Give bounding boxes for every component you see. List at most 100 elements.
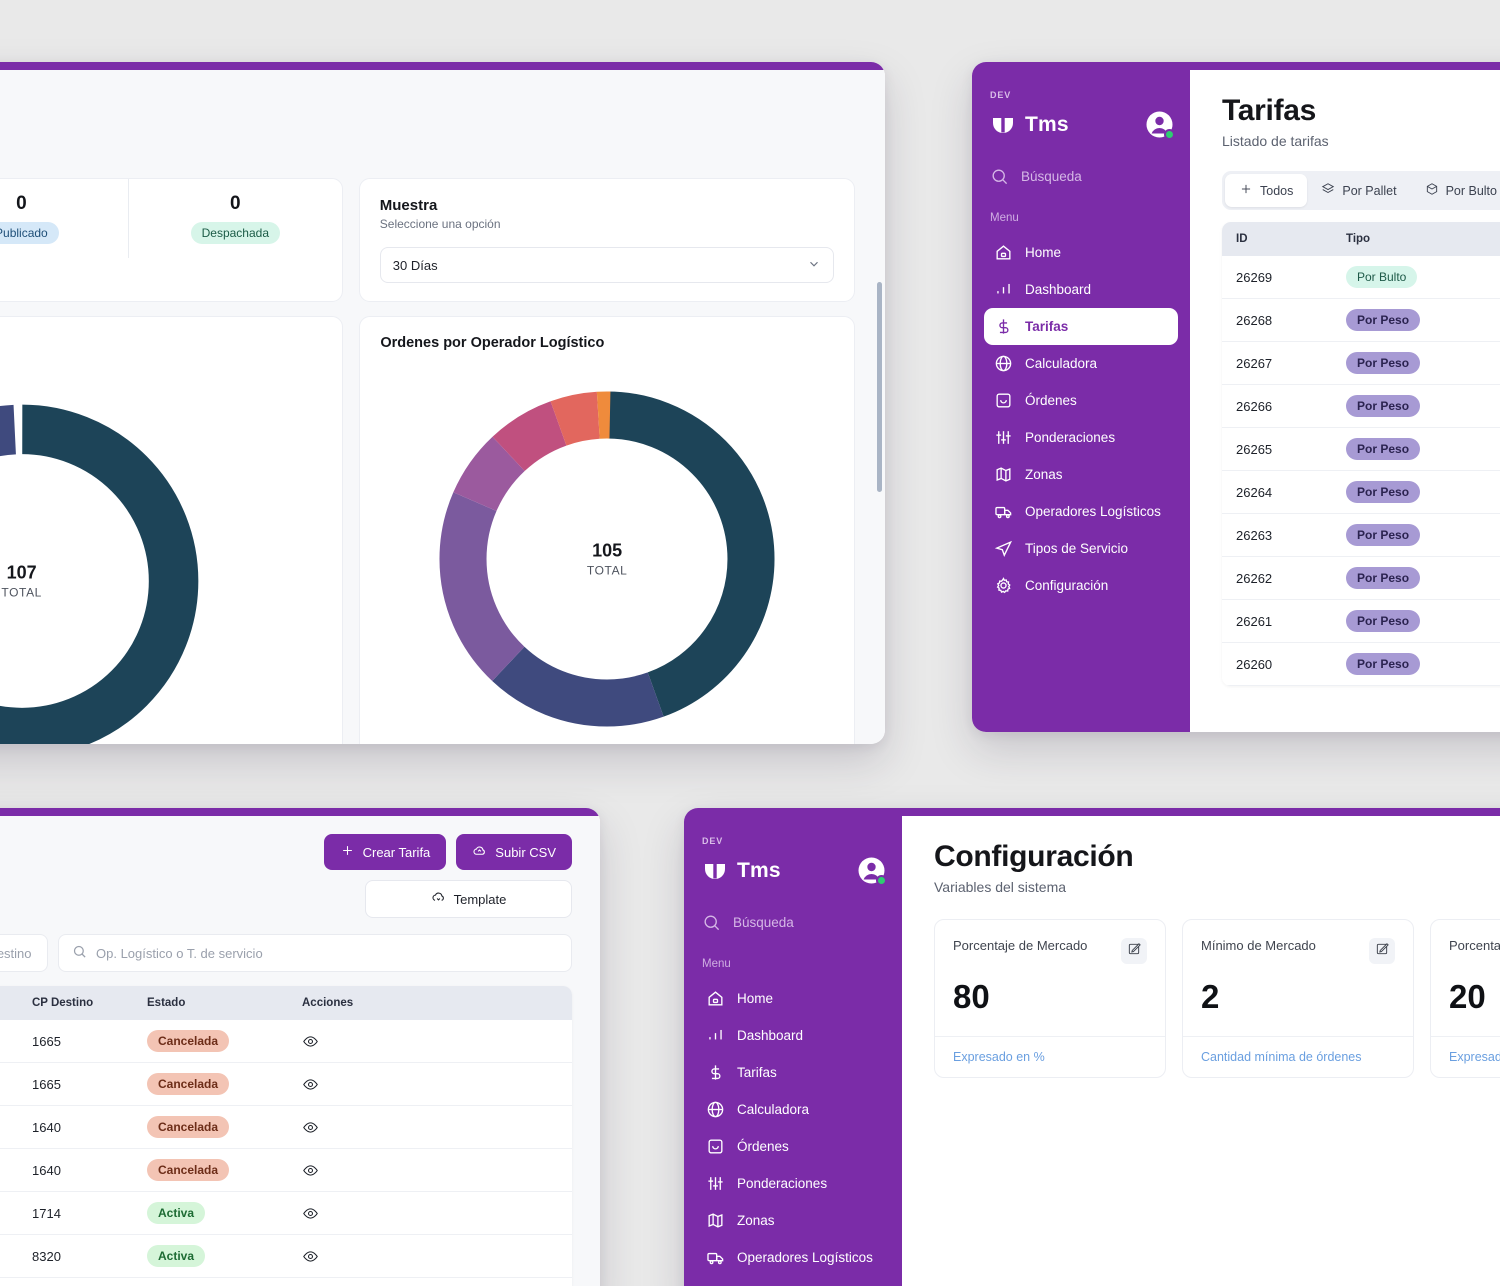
crear-tarifa-button[interactable]: Crear Tarifa [323, 834, 447, 870]
map-icon [994, 465, 1013, 484]
status-badge: Cancelada [147, 1159, 230, 1181]
table-row[interactable]: Normal16191640Cancelada [0, 1148, 572, 1192]
table-header-row: ID Tipo Op. Logístico [1222, 222, 1500, 256]
cell-estado: Cancelada [133, 1105, 288, 1149]
tab-por-pallet[interactable]: Por Pallet [1307, 174, 1410, 207]
muestra-select[interactable]: 30 Días [379, 247, 834, 283]
cell-acciones [288, 1234, 572, 1278]
sidebar-item-label: Órdenes [737, 1139, 789, 1154]
muestra-title: Muestra [379, 197, 438, 214]
config-card: Porcentaje de Mercado 80 Expresado en % [934, 919, 1166, 1078]
table-row[interactable]: 26263Por PesoSHIPNOW [1222, 513, 1500, 557]
config-card-top: Porcentaje de Mercado 80 [935, 920, 1165, 1036]
config-card-top: Mínimo de Mercado 2 [1183, 920, 1413, 1036]
tarifas-table-wrap: ID Tipo Op. Logístico 26269Por BultoANDR… [1222, 222, 1500, 686]
table-row[interactable]: 26266Por PesoSHIPNOW [1222, 384, 1500, 428]
table-row[interactable]: 26262Por PesoSHIPNOW [1222, 556, 1500, 600]
cell-origen: 1619 [0, 1277, 18, 1286]
sidebar-item-calculadora[interactable]: Calculadora [984, 345, 1178, 382]
search-input[interactable]: Op. Logístico o T. de servicio [58, 934, 572, 972]
view-icon[interactable] [302, 1033, 558, 1050]
configuracion-pane: Configuración Variables del sistema Porc… [902, 816, 1500, 1286]
view-icon[interactable] [302, 1248, 558, 1265]
sidebar-item-ordenes[interactable]: Órdenes [696, 1128, 890, 1165]
table-row[interactable]: 26267Por PesoANDREANI [1222, 341, 1500, 385]
sidebar-item-label: Home [1025, 245, 1062, 260]
sidebar-item-label: Tipos de Servicio [1025, 541, 1129, 556]
stat-value: 0 [230, 193, 241, 214]
table-row[interactable]: Normal16198320Activa [0, 1234, 572, 1278]
map-icon [706, 1211, 725, 1230]
donut-left-center: 107 TOTAL [1, 563, 42, 600]
sidebar-item-home[interactable]: Home [696, 980, 890, 1017]
sidebar-item-zonas[interactable]: Zonas [696, 1202, 890, 1239]
sidebar-item-zonas[interactable]: Zonas [984, 456, 1178, 493]
table-row[interactable]: 26264Por PesoSHIPNOW [1222, 470, 1500, 514]
sidebar-item-dashboard[interactable]: Dashboard [984, 271, 1178, 308]
online-status-dot [1164, 129, 1175, 140]
table-row[interactable]: 26261Por PesoSHIPNOW [1222, 599, 1500, 643]
env-tag: DEV [990, 90, 1012, 100]
sidebar-item-ponderaciones[interactable]: Ponderaciones [696, 1165, 890, 1202]
search-icon [72, 944, 87, 962]
sidebar-search[interactable]: Búsqueda [684, 913, 902, 932]
col-cp-origen: CP Origen [0, 986, 18, 1020]
tab-por-bulto[interactable]: Por Bulto [1411, 174, 1500, 207]
table-row[interactable]: 26260Por PesoSHIPNOW [1222, 642, 1500, 686]
table-row[interactable]: 26269Por BultoANDREANI [1222, 256, 1500, 299]
col-tipo: Tipo [1332, 222, 1500, 256]
subir-csv-button[interactable]: Subir CSV [456, 834, 572, 870]
page-title: Configuración [934, 840, 1134, 873]
table-row[interactable]: 26265Por PesoSTAR [1222, 427, 1500, 471]
edit-button[interactable] [1369, 938, 1395, 964]
avatar[interactable] [1145, 110, 1175, 140]
cell-acciones [288, 1148, 572, 1192]
table-row[interactable]: Normal16191665Cancelada [0, 1062, 572, 1106]
home-icon [706, 989, 725, 1008]
avatar[interactable] [857, 856, 887, 886]
cell-id: 26269 [1222, 256, 1332, 299]
cp-destino-input[interactable]: CP Destino [0, 934, 48, 972]
table-row[interactable]: 26268Por PesoANDREANI [1222, 298, 1500, 342]
view-icon[interactable] [302, 1205, 558, 1222]
sidebar-item-tarifas[interactable]: Tarifas [696, 1054, 890, 1091]
table-row[interactable]: Normal16199300Activa [0, 1277, 572, 1286]
layers-icon [1321, 182, 1335, 199]
table-row[interactable]: Normal16111714Activa [0, 1191, 572, 1235]
vertical-scrollbar[interactable] [877, 282, 882, 492]
sidebar-search[interactable]: Búsqueda [972, 167, 1190, 186]
chart-card-right: Ordenes por Operador Logístico 105 TOTAL [359, 316, 855, 744]
cloud-upload-icon [472, 843, 487, 861]
view-icon[interactable] [302, 1076, 558, 1093]
tarifas-pane: Tarifas Listado de tarifas Todos Por Pal… [1190, 70, 1500, 732]
config-card-value: 20 [1449, 978, 1486, 1015]
view-icon[interactable] [302, 1119, 558, 1136]
sidebar-item-ordenes[interactable]: Órdenes [984, 382, 1178, 419]
sidebar-item-label: Operadores Logísticos [737, 1250, 873, 1265]
sidebar-item-operadores-logisticos[interactable]: Operadores Logísticos [984, 493, 1178, 530]
col-acciones: Acciones [288, 986, 572, 1020]
view-icon[interactable] [302, 1162, 558, 1179]
sidebar-item-operadores-logisticos[interactable]: Operadores Logísticos [696, 1239, 890, 1276]
tab-todos[interactable]: Todos [1225, 174, 1308, 207]
donut-right-total: 105 [592, 540, 623, 561]
sidebar-item-configuracion[interactable]: Configuración [984, 567, 1178, 604]
bar-chart-icon [994, 280, 1013, 299]
status-badge: Despachada [190, 222, 280, 244]
sidebar-item-tarifas[interactable]: Tarifas [984, 308, 1178, 345]
table-row[interactable]: Prioritario16191665Cancelada [0, 1020, 572, 1063]
template-button[interactable]: Template [365, 880, 572, 918]
cell-tipo: Por Peso [1332, 470, 1500, 514]
mockup-stage: ado del sistema 0 Sin Tarifa [0, 0, 1500, 1286]
brand-row: Tms [684, 856, 902, 886]
sidebar-item-tipos-de-servicio[interactable]: Tipos de Servicio [984, 530, 1178, 567]
edit-button[interactable] [1121, 938, 1147, 964]
sidebar-item-calculadora[interactable]: Calculadora [696, 1091, 890, 1128]
sidebar-item-dashboard[interactable]: Dashboard [696, 1017, 890, 1054]
type-badge: Por Peso [1346, 438, 1421, 460]
cell-tipo: Por Peso [1332, 298, 1500, 342]
sidebar-item-ponderaciones[interactable]: Ponderaciones [984, 419, 1178, 456]
sidebar-item-home[interactable]: Home [984, 234, 1178, 271]
template-row: Template [0, 880, 572, 918]
table-row[interactable]: Normal16191640Cancelada [0, 1105, 572, 1149]
